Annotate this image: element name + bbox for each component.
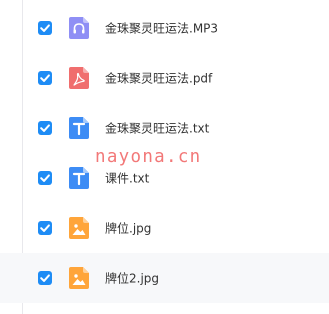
checkbox-checked-icon[interactable]: [38, 171, 52, 185]
file-row[interactable]: 金珠聚灵旺运法.MP3: [0, 3, 329, 53]
file-row[interactable]: 金珠聚灵旺运法.pdf: [0, 53, 329, 103]
audio-file-icon: [69, 17, 89, 39]
file-name[interactable]: 金珠聚灵旺运法.txt: [105, 120, 209, 137]
checkbox-checked-icon[interactable]: [38, 271, 52, 285]
file-name[interactable]: 课件.txt: [105, 170, 149, 187]
text-file-icon: [69, 167, 89, 189]
checkbox-checked-icon[interactable]: [38, 221, 52, 235]
image-file-icon: [69, 217, 89, 239]
file-name[interactable]: 金珠聚灵旺运法.pdf: [105, 70, 212, 87]
file-name[interactable]: 金珠聚灵旺运法.MP3: [105, 20, 218, 37]
file-row[interactable]: 金珠聚灵旺运法.txt: [0, 103, 329, 153]
file-name[interactable]: 牌位.jpg: [105, 220, 151, 237]
checkbox-checked-icon[interactable]: [38, 121, 52, 135]
file-name[interactable]: 牌位2.jpg: [105, 270, 159, 287]
file-row[interactable]: 牌位2.jpg: [0, 253, 329, 303]
pdf-file-icon: [69, 67, 89, 89]
text-file-icon: [69, 117, 89, 139]
checkbox-checked-icon[interactable]: [38, 21, 52, 35]
image-file-icon: [69, 267, 89, 289]
file-row[interactable]: 牌位.jpg: [0, 203, 329, 253]
checkbox-checked-icon[interactable]: [38, 71, 52, 85]
watermark-text: nayona.cn: [95, 147, 202, 167]
